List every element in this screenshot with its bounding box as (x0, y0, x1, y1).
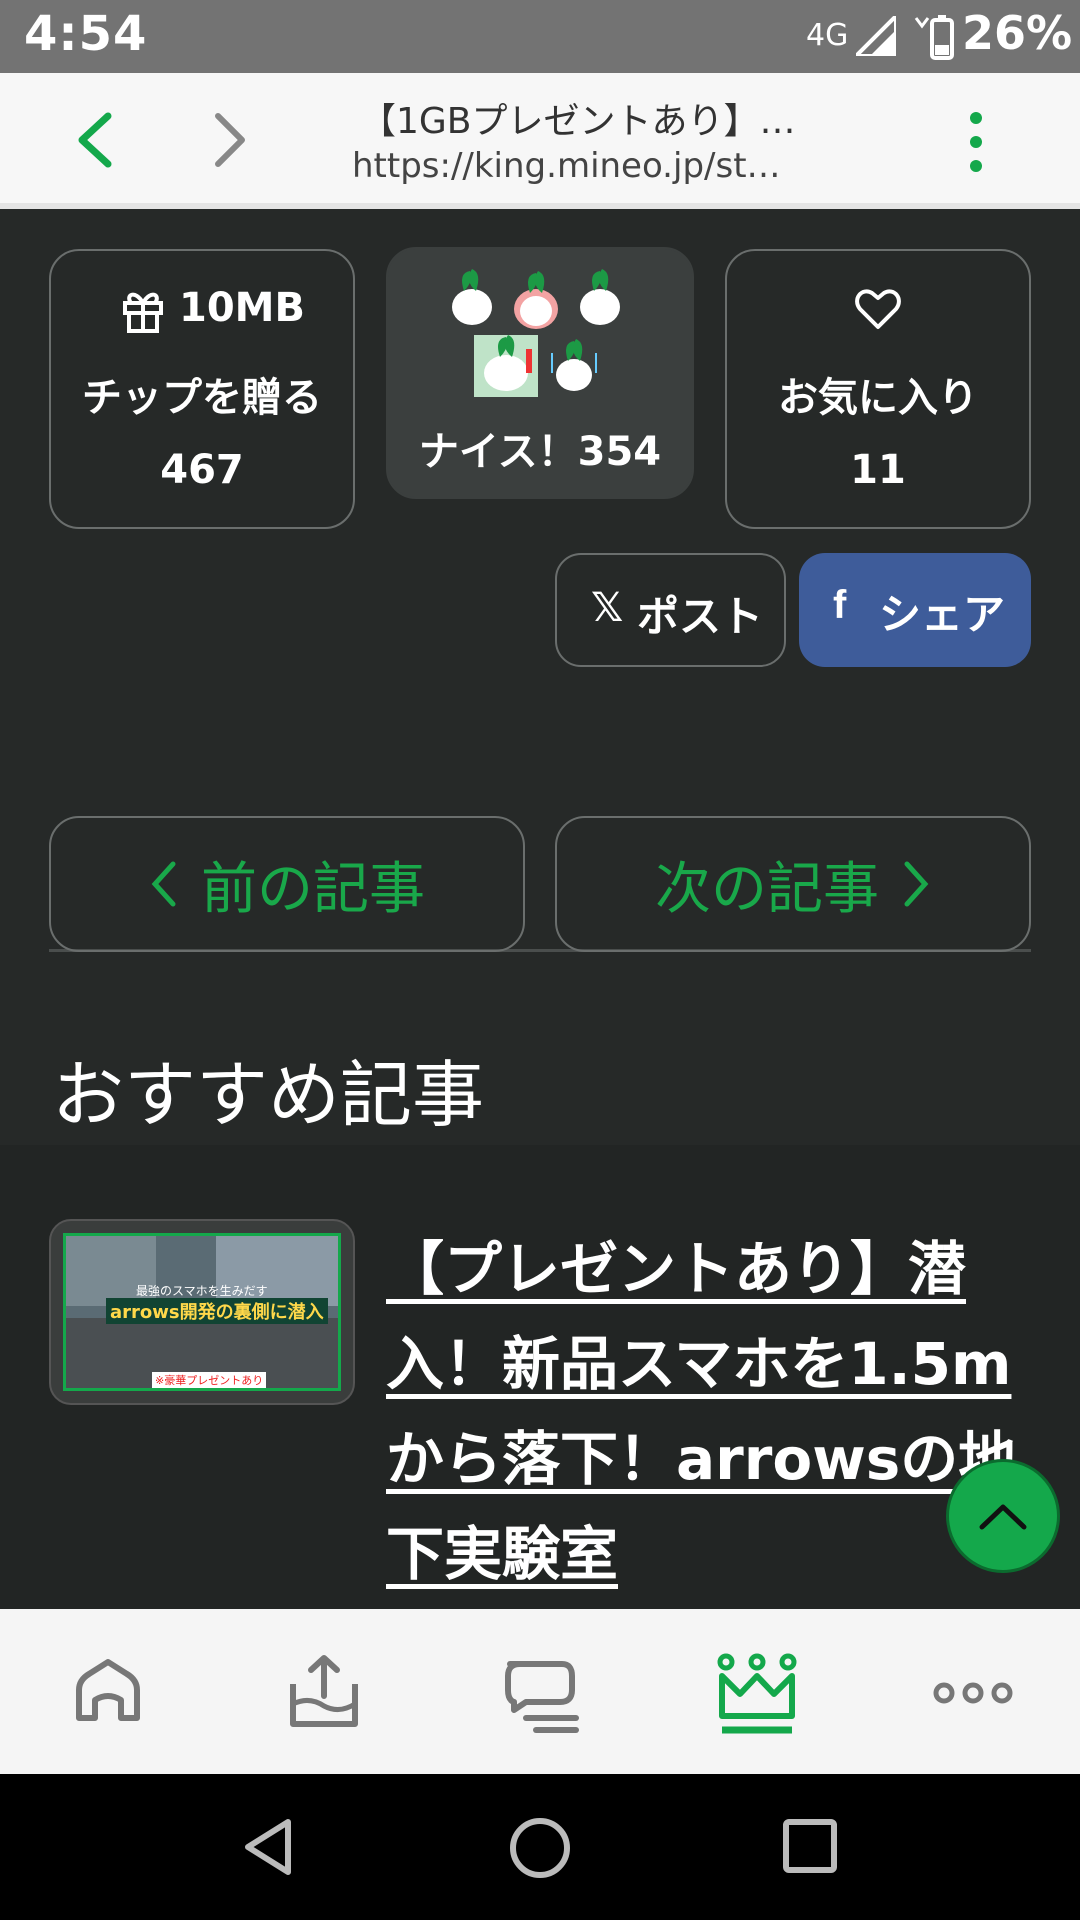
nice-card[interactable]: ナイス！354 (386, 247, 694, 499)
favorite-label: お気に入り (778, 375, 978, 421)
post-label: ポスト (637, 592, 764, 641)
x-post-button[interactable]: 𝕏 ポスト (555, 553, 786, 667)
recommended-article-title[interactable]: 【プレゼントあり】潜入！新品スマホを1.5mから落下！arrowsの地下実験室 (386, 1222, 1036, 1602)
back-icon[interactable] (70, 110, 120, 170)
chat-icon[interactable] (496, 1650, 586, 1740)
chevron-up-icon (979, 1504, 1027, 1530)
favorite-card[interactable]: お気に入り 11 (725, 249, 1031, 529)
gift-icon (123, 292, 163, 333)
tip-label: チップを贈る (82, 375, 322, 421)
system-nav-bar (0, 1774, 1080, 1920)
nice-label: ナイス！354 (418, 429, 662, 475)
status-bar: 4:54 4G 26% (0, 0, 1080, 73)
menu-dots-icon[interactable] (964, 108, 988, 178)
facebook-icon: f (833, 583, 847, 627)
nav-home-icon[interactable] (508, 1816, 572, 1880)
share-label: シェア (879, 590, 1006, 639)
x-icon: 𝕏 (591, 585, 624, 631)
prev-article-button[interactable]: 前の記事 (49, 816, 525, 952)
next-article-label: 次の記事 (655, 856, 879, 922)
battery-icon (914, 15, 954, 60)
chevron-right-icon (904, 861, 929, 907)
nav-back-icon[interactable] (240, 1816, 296, 1878)
thumb-caption: arrows開発の裏側に潜入 (106, 1298, 328, 1324)
crown-icon[interactable] (712, 1650, 802, 1740)
forward-icon[interactable] (204, 110, 254, 170)
nice-stickers-icon (452, 269, 620, 397)
more-icon[interactable] (928, 1650, 1018, 1740)
web-content: 10MB チップを贈る 467 ナイス！354 お気に入り 11 𝕏 ポスト f… (0, 209, 1080, 1609)
next-article-button[interactable]: 次の記事 (555, 816, 1031, 952)
recommended-heading: おすすめ記事 (52, 1053, 485, 1137)
prev-article-label: 前の記事 (201, 856, 425, 922)
facebook-share-button[interactable]: f シェア (799, 553, 1031, 667)
thumbnail-image: 最強のスマホを生みだす arrows開発の裏側に潜入 ※豪華プレゼントあり (63, 1233, 341, 1391)
home-icon[interactable] (63, 1650, 153, 1740)
nav-recents-icon[interactable] (782, 1818, 838, 1874)
scroll-top-button[interactable] (946, 1459, 1060, 1573)
page-url[interactable]: https://king.mineo.jp/st… (352, 146, 781, 186)
status-time: 4:54 (24, 6, 148, 62)
thumb-badge: ※豪華プレゼントあり (152, 1372, 267, 1388)
tip-amount: 10MB (179, 285, 305, 331)
thumb-small-text: 最強のスマホを生みだす (136, 1284, 268, 1298)
article-thumbnail[interactable]: 最強のスマホを生みだす arrows開発の裏側に潜入 ※豪華プレゼントあり (49, 1219, 355, 1405)
heart-icon (855, 289, 901, 329)
chevron-left-icon (151, 861, 176, 907)
tip-card[interactable]: 10MB チップを贈る 467 (49, 249, 355, 529)
network-type: 4G (806, 18, 849, 53)
page-title[interactable]: 【1GBプレゼントあり】… (360, 92, 796, 144)
battery-percent: 26% (962, 6, 1073, 60)
upload-icon[interactable] (279, 1650, 369, 1740)
favorite-count: 11 (850, 447, 906, 493)
signal-icon (856, 16, 896, 56)
tip-count: 467 (160, 447, 244, 493)
